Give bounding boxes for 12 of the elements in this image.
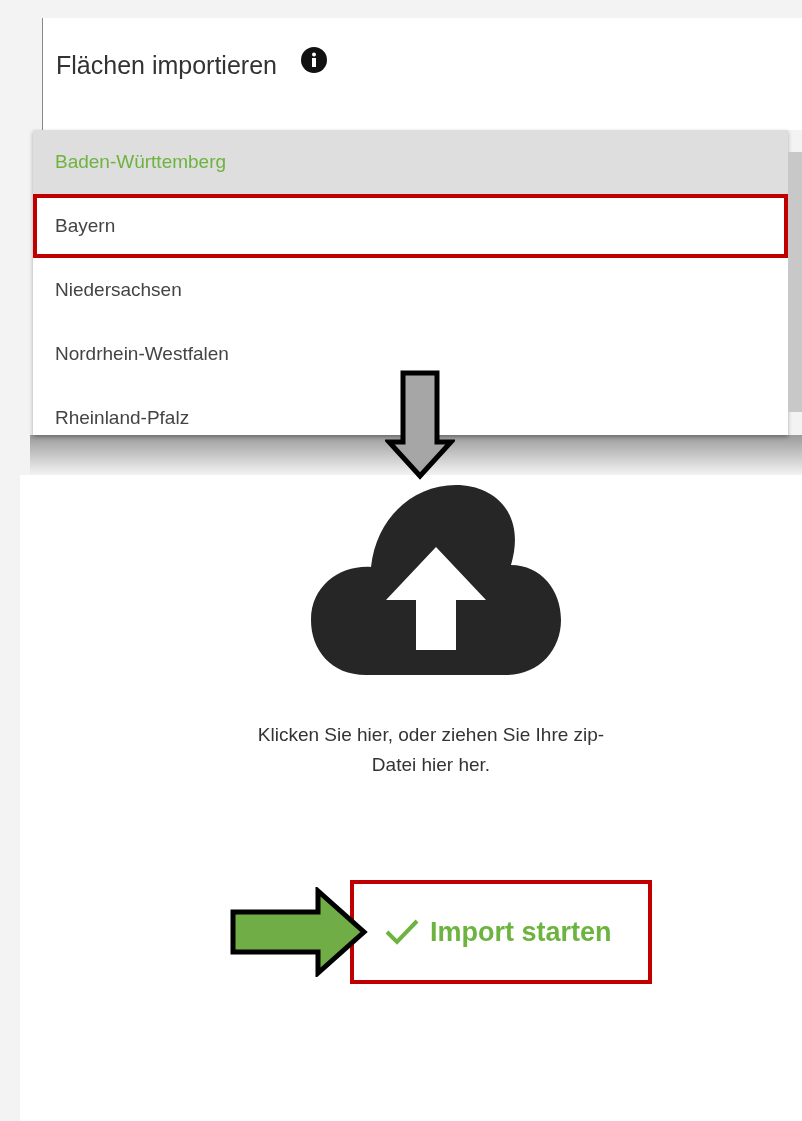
dialog-title: Flächen importieren [56,50,277,80]
info-icon[interactable] [300,47,327,73]
cloud-upload-icon[interactable] [311,485,561,675]
down-arrow-icon [385,370,455,480]
dropdown-option[interactable]: Bayern [33,194,788,258]
dropdown-option[interactable]: Rheinland-Pfalz [33,386,788,435]
scrollbar[interactable] [788,152,802,412]
right-arrow-icon [230,887,370,977]
upload-hint: Klicken Sie hier, oder ziehen Sie Ihre zip-Datei hier her. [256,723,606,777]
check-icon [384,918,420,946]
dropdown-option[interactable]: Nordrhein-Westfalen [33,322,788,386]
dropdown-option[interactable]: Niedersachsen [33,258,788,322]
